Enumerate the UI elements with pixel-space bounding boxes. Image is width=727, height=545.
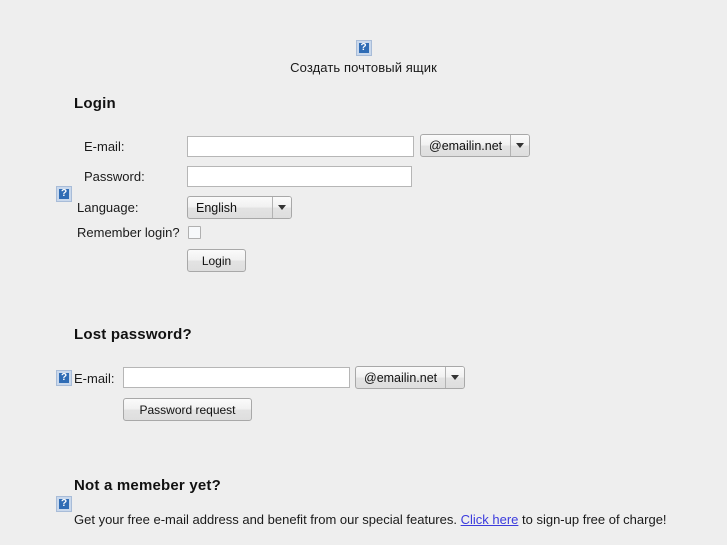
signup-text-after: to sign-up free of charge! — [518, 512, 667, 527]
broken-image-icon — [56, 370, 72, 386]
login-heading: Login — [74, 95, 116, 112]
broken-image-icon — [56, 496, 72, 512]
signup-link[interactable]: Click here — [461, 512, 519, 527]
lost-password-domain-value: @emailin.net — [364, 370, 438, 385]
remember-login-checkbox[interactable] — [188, 226, 201, 239]
lost-password-heading: Lost password? — [74, 326, 192, 343]
language-select[interactable]: English — [187, 196, 292, 219]
broken-image-icon — [56, 186, 72, 202]
lost-password-email-input[interactable] — [123, 367, 350, 388]
lost-password-domain-select[interactable]: @emailin.net — [355, 366, 466, 389]
signup-text-before: Get your free e-mail address and benefit… — [74, 512, 461, 527]
masthead: Создать почтовый ящик — [0, 40, 727, 75]
remember-login-label: Remember login? — [77, 225, 180, 240]
login-domain-value: @emailin.net — [429, 138, 503, 153]
login-language-label: Language: — [77, 200, 139, 215]
language-value: English — [196, 200, 237, 215]
login-button[interactable]: Login — [187, 249, 246, 272]
chevron-down-icon[interactable] — [272, 197, 291, 218]
chevron-down-icon[interactable] — [510, 135, 530, 156]
login-email-label: E-mail: — [84, 139, 125, 154]
login-password-input[interactable] — [187, 166, 412, 187]
password-request-button[interactable]: Password request — [123, 398, 252, 421]
login-domain-select[interactable]: @emailin.net — [420, 134, 531, 157]
broken-image-icon — [355, 40, 372, 56]
signup-heading: Not a memeber yet? — [74, 477, 221, 494]
page-title: Создать почтовый ящик — [290, 60, 437, 75]
login-password-label: Password: — [84, 169, 145, 184]
lost-password-email-label: E-mail: — [74, 371, 115, 386]
login-email-input[interactable] — [187, 136, 414, 157]
signup-text: Get your free e-mail address and benefit… — [74, 512, 667, 527]
chevron-down-icon[interactable] — [445, 367, 465, 388]
